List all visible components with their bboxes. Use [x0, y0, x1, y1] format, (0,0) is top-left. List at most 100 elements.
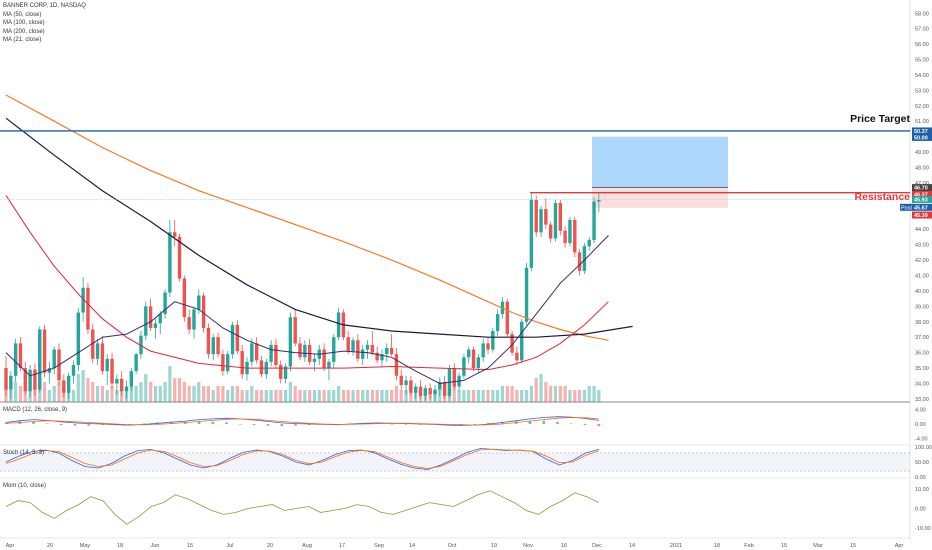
volume-bar — [259, 390, 264, 402]
price-tick: 37.00 — [915, 335, 929, 341]
volume-bar — [245, 390, 249, 402]
candle-body — [423, 388, 428, 396]
volume-bar — [322, 390, 326, 402]
volume-bar — [515, 390, 519, 402]
candle-body — [418, 386, 423, 396]
chart-canvas[interactable]: 58.00 57.00 56.00 55.00 54.00 53.00 52.00 51.00… — [0, 0, 932, 550]
candle-body — [119, 378, 124, 392]
price-badge-label: 45.67 — [914, 205, 928, 211]
candle-body — [226, 354, 230, 372]
candle-body — [197, 295, 201, 310]
legend-ma50[interactable]: MA (50, close) — [3, 11, 86, 20]
candle-body — [38, 329, 42, 390]
macd-hist-bar — [569, 423, 573, 425]
volume-bar — [206, 386, 211, 402]
legend-ma21[interactable]: MA (21, close) — [3, 36, 86, 45]
candle-body — [462, 357, 466, 376]
time-tick: Oct — [448, 543, 457, 549]
volume-bar — [105, 390, 109, 402]
ma21-line — [5, 235, 609, 385]
time-tick: 19 — [491, 543, 497, 549]
macd-hist-bar — [266, 424, 270, 426]
price-badge-label: 45.39 — [914, 213, 928, 219]
price-badge-label: 50.00 — [914, 135, 928, 141]
volume-bar — [81, 370, 85, 402]
volume-bar — [197, 382, 201, 402]
time-tick: Apr — [6, 543, 15, 549]
candle-body — [298, 343, 302, 358]
volume-bar — [346, 390, 350, 402]
legend-ma100[interactable]: MA (100, close) — [3, 19, 86, 28]
volume-bar — [240, 390, 244, 402]
volume-bar — [134, 386, 138, 402]
price-tick: 41.00 — [915, 274, 929, 280]
volume-bar — [534, 378, 538, 402]
volume-bar — [390, 390, 394, 402]
time-tick: Jul — [226, 543, 233, 549]
volume-bar — [216, 386, 220, 402]
candle-body — [240, 351, 244, 375]
price-target-annotation[interactable]: Price Target — [850, 113, 910, 125]
volume-bar — [341, 390, 345, 402]
candle-body — [592, 201, 596, 241]
legend-symbol[interactable]: BANNER CORP, 1D, NASDAQ — [3, 2, 86, 11]
volume-bar — [394, 386, 399, 402]
volume-bar — [308, 390, 312, 402]
volume-bar — [168, 366, 172, 402]
volume-bar — [549, 386, 553, 402]
candle-body — [534, 199, 538, 233]
candle-body — [254, 343, 259, 361]
candle-body — [322, 349, 326, 369]
macd-hist-bar — [542, 420, 546, 424]
time-tick: 18 — [714, 543, 720, 549]
candle-body — [433, 389, 437, 395]
volume-bar — [264, 390, 268, 402]
candle-body — [467, 349, 471, 358]
candle-body — [71, 364, 76, 376]
volume-bar — [587, 386, 591, 402]
price-tick: 36.00 — [915, 351, 929, 357]
candle-body — [221, 354, 225, 372]
volume-bar — [385, 390, 389, 402]
volume-bar — [202, 386, 206, 402]
stoch-label[interactable]: Stoch (14, 3, 3) — [3, 450, 44, 456]
stoch-tick: 0.00 — [915, 475, 926, 481]
candle-body — [259, 360, 264, 375]
volume-bar — [47, 390, 51, 402]
volume-bar — [269, 390, 273, 402]
volume-bar — [211, 390, 215, 402]
candle-body — [235, 324, 240, 352]
volume-bar — [283, 390, 288, 402]
mom-label[interactable]: Mom (10, close) — [3, 483, 46, 489]
macd-hist-bar — [280, 424, 284, 427]
candle-body — [370, 344, 375, 353]
candle-body — [187, 317, 191, 330]
price-tick: 58.00 — [915, 11, 929, 17]
candle-body — [558, 203, 562, 231]
volume-bar — [370, 390, 374, 402]
candle-body — [360, 349, 365, 359]
resistance-annotation[interactable]: Resistance — [855, 191, 910, 203]
price-tick: 44.00 — [915, 227, 929, 233]
volume-bar — [481, 390, 485, 402]
price-tick: 33.00 — [915, 397, 929, 403]
volume-bar — [510, 386, 514, 402]
candle-body — [33, 369, 37, 390]
candle-body — [577, 252, 582, 271]
candle-body — [124, 386, 129, 392]
candle-body — [452, 368, 456, 387]
mom-tick: 0.00 — [915, 507, 926, 513]
candle-body — [515, 352, 519, 361]
volume-bar — [524, 390, 529, 402]
time-tick: 20 — [267, 543, 273, 549]
macd-label[interactable]: MACD (12, 26, close, 9) — [3, 407, 67, 413]
volume-bar — [462, 390, 466, 402]
legend-ma200[interactable]: MA (200, close) — [3, 28, 86, 37]
macd-hist-bar — [404, 424, 408, 425]
candle-body — [134, 354, 138, 372]
candle-body — [230, 324, 235, 355]
volume-bar — [505, 386, 509, 402]
volume-bar — [317, 390, 321, 402]
candle-body — [389, 348, 394, 355]
volume-bar — [298, 390, 302, 402]
